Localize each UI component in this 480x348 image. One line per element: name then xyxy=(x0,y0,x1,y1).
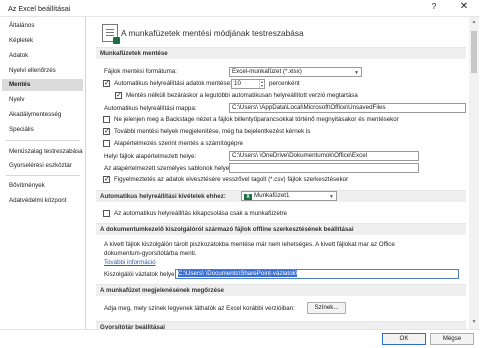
local-path-label: Helyi fájlok alapértelmezett helye: xyxy=(104,153,197,160)
local-path-input[interactable]: C:\Users\ \OneDrive\Dokumentumok\Office\… xyxy=(229,151,419,161)
window-title: Az Excel beállításai xyxy=(8,4,71,13)
sidebar-item-customize-ribbon[interactable]: Menüszalag testreszabása xyxy=(2,146,83,158)
autorecover-exceptions-title: Automatikus helyreállítási kivételek ehh… xyxy=(100,193,226,200)
csv-warning-label: Figyelmeztetés az adatok elvesztésére ve… xyxy=(114,176,349,183)
template-path-input[interactable] xyxy=(229,163,419,173)
sidebar-item-formulas[interactable]: Képletek xyxy=(2,35,83,47)
dialog-footer: OK Mégse xyxy=(0,329,480,348)
autorecover-minutes-value: 10 xyxy=(234,80,241,87)
autorecover-path-input[interactable]: C:\Users\ \AppData\Local\Microsoft\Offic… xyxy=(229,103,466,113)
template-path-label: Az alapértelmezett személyes sablonok he… xyxy=(104,165,231,172)
sidebar: Általános Képletek Adatok Nyelvi ellenőr… xyxy=(0,17,86,329)
save-options-icon xyxy=(102,24,120,44)
autorecover-checkbox[interactable] xyxy=(103,79,110,88)
sidebar-item-save[interactable]: Mentés xyxy=(2,79,83,91)
section-offline-editing: A dokumentumkezelő kiszolgálóról származ… xyxy=(96,223,466,235)
main-content: A munkafüzetek mentési módjának testresz… xyxy=(88,17,468,329)
title-bar: Az Excel beállításai ? ✕ xyxy=(0,0,480,17)
sidebar-divider xyxy=(6,140,80,141)
keep-last-version-checkbox[interactable] xyxy=(115,91,122,100)
save-format-label: Fájlok mentési formátuma: xyxy=(104,68,177,75)
chevron-down-icon: ▼ xyxy=(329,194,334,200)
more-info-link[interactable]: További információ xyxy=(104,258,156,267)
spinner-arrows-icon[interactable]: ▲ ▼ xyxy=(259,80,264,88)
vertical-scrollbar[interactable]: ▲ ▼ xyxy=(469,17,479,329)
ok-button[interactable]: OK xyxy=(382,333,426,345)
autorecover-path-label: Automatikus helyreállítási mappa: xyxy=(104,105,197,112)
local-path-value: C:\Users\ \OneDrive\Dokumentumok\Office\… xyxy=(232,152,368,159)
keep-last-version-label: Mentés nélküli bezáráskor a legutóbbi au… xyxy=(126,92,358,99)
cancel-button[interactable]: Mégse xyxy=(430,333,474,345)
autorecover-unit-label: percenként xyxy=(269,80,300,87)
section-save-workbooks: Munkafüzetek mentése xyxy=(96,47,466,59)
scroll-down-icon[interactable]: ▼ xyxy=(470,319,478,327)
excel-icon: X xyxy=(244,194,252,200)
colors-label: Adja meg, mely színek legyenek láthatók … xyxy=(104,305,295,312)
sidebar-item-trust-center[interactable]: Adatvédelmi központ xyxy=(2,195,83,207)
offline-info-line1: A kivett fájlok kiszolgálón tárolt piszk… xyxy=(104,241,395,248)
autorecover-label: Automatikus helyreállítási adatok mentés… xyxy=(114,80,232,87)
save-to-computer-checkbox[interactable] xyxy=(103,140,110,147)
show-more-locations-checkbox[interactable] xyxy=(103,127,110,136)
sidebar-item-addins[interactable]: Bővítmények xyxy=(2,180,83,192)
sidebar-item-language[interactable]: Nyelv xyxy=(2,94,83,106)
drafts-path-input[interactable]: C:\Users\ \Documents\SharePoint-vázlatok… xyxy=(175,269,459,279)
save-format-value: Excel-munkafüzet (*.xlsx) xyxy=(232,68,302,75)
show-more-locations-label: További mentési helyek megjelenítése, mé… xyxy=(114,128,311,135)
sidebar-item-advanced[interactable]: Speciális xyxy=(2,124,83,136)
autorecover-path-value: C:\Users\ \AppData\Local\Microsoft\Offic… xyxy=(232,104,386,111)
save-to-computer-label: Alapértelmezés szerint mentés a számítóg… xyxy=(114,140,243,147)
no-backstage-checkbox[interactable] xyxy=(103,116,110,123)
drafts-path-label: Kiszolgálói vázlatok helye: xyxy=(104,271,177,278)
disable-autorecover-checkbox[interactable] xyxy=(103,210,110,217)
no-backstage-label: Ne jelenjen meg a Backstage nézet a fájl… xyxy=(114,116,399,123)
page-title: A munkafüzetek mentési módjának testresz… xyxy=(121,28,304,38)
offline-info-line2: dokumentum-gyorsítótárba menti. xyxy=(104,250,197,257)
sidebar-item-general[interactable]: Általános xyxy=(2,20,83,32)
sidebar-item-accessibility[interactable]: Akadálymentesség xyxy=(2,109,83,121)
scrollbar-thumb[interactable] xyxy=(471,31,477,73)
autorecover-minutes-input[interactable]: 10 ▲ ▼ xyxy=(231,79,265,89)
sidebar-item-data[interactable]: Adatok xyxy=(2,50,83,62)
chevron-down-icon: ▼ xyxy=(354,70,359,76)
section-visual-appearance: A munkafüzet megjelenésének megőrzése xyxy=(96,284,466,296)
close-icon[interactable]: ✕ xyxy=(457,1,471,15)
workbook-dropdown[interactable]: X Munkafüzet1 ▼ xyxy=(241,191,337,201)
colors-button[interactable]: Színek... xyxy=(307,302,346,314)
disable-autorecover-label: Az automatikus helyreállítás kikapcsolás… xyxy=(114,210,287,217)
workbook-dropdown-value: Munkafüzet1 xyxy=(254,192,290,199)
sidebar-item-proofing[interactable]: Nyelvi ellenőrzés xyxy=(2,65,83,77)
scroll-up-icon[interactable]: ▲ xyxy=(470,19,478,27)
sidebar-item-quick-access[interactable]: Gyorselérési eszköztár xyxy=(2,160,83,172)
section-cache-settings: Gyorsítótár beállításai xyxy=(96,321,466,329)
sidebar-divider xyxy=(6,175,80,176)
drafts-path-value: C:\Users\ \Documents\SharePoint-vázlatok… xyxy=(178,270,298,277)
csv-warning-checkbox[interactable] xyxy=(103,175,110,184)
help-icon[interactable]: ? xyxy=(427,2,441,15)
save-format-dropdown[interactable]: Excel-munkafüzet (*.xlsx) ▼ xyxy=(229,67,362,77)
